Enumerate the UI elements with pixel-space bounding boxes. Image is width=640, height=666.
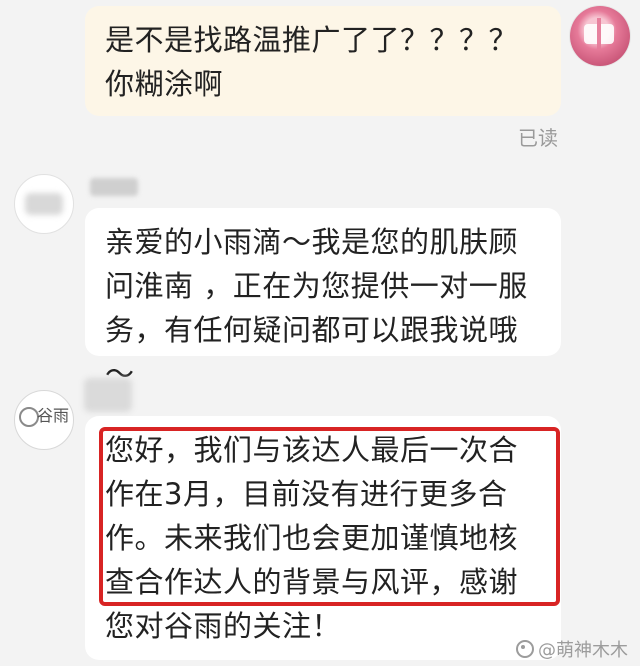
watermark-text: @萌神木木 <box>538 640 628 661</box>
message-text-consultant: 亲爱的小雨滴～我是您的肌肤顾问淮南 ，正在为您提供一对一服务，有任何疑问都可以跟… <box>105 225 528 391</box>
message-text-mine: 是不是找路温推广了了？？？？你糊涂啊 <box>105 23 519 101</box>
consultant-avatar[interactable] <box>14 174 74 234</box>
blurred-avatar-content <box>25 193 63 215</box>
gift-icon <box>584 18 614 50</box>
official-avatar[interactable]: 谷雨 <box>14 390 74 450</box>
read-status: 已读 <box>518 126 558 150</box>
user-avatar[interactable] <box>570 6 630 66</box>
official-name-blurred <box>84 378 132 412</box>
footer-watermark: @萌神木木 <box>516 636 628 662</box>
message-text-official: 您好，我们与该达人最后一次合作在3月，目前没有进行更多合作。未来我们也会更加谨慎… <box>105 433 519 643</box>
watermark-camera-icon <box>516 640 534 658</box>
official-logo-text: 谷雨 <box>37 406 70 425</box>
consultant-name-blurred <box>90 178 138 196</box>
message-bubble-mine[interactable]: 是不是找路温推广了了？？？？你糊涂啊 <box>85 6 561 116</box>
message-bubble-official[interactable]: 您好，我们与该达人最后一次合作在3月，目前没有进行更多合作。未来我们也会更加谨慎… <box>85 416 561 660</box>
message-bubble-consultant[interactable]: 亲爱的小雨滴～我是您的肌肤顾问淮南 ，正在为您提供一对一服务，有任何疑问都可以跟… <box>85 208 561 391</box>
brand-logo-icon <box>19 407 39 427</box>
